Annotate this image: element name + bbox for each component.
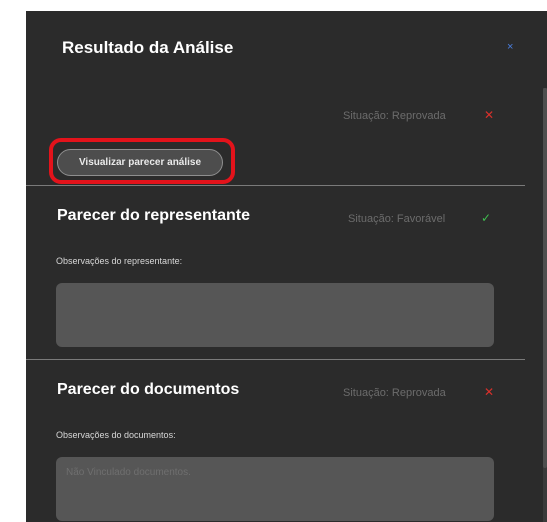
x-mark-icon: ✕	[484, 385, 495, 399]
analysis-status-text: Situação: Reprovada	[343, 110, 446, 122]
documentos-section-title: Parecer do documentos	[57, 381, 240, 398]
analysis-result-dialog: Resultado da Análise × Situação: Reprova…	[26, 11, 547, 522]
representante-obs-label: Observações do representante:	[56, 256, 183, 266]
highlight-annotation	[49, 138, 235, 184]
dialog-title: Resultado da Análise	[62, 38, 234, 57]
close-icon[interactable]: ×	[507, 41, 513, 53]
representante-obs-field[interactable]	[56, 283, 494, 347]
x-mark-icon: ✕	[484, 108, 495, 122]
scrollbar[interactable]	[543, 88, 547, 522]
section-divider	[26, 185, 525, 186]
representante-status-text: Situação: Favorável	[348, 213, 446, 225]
scrollbar-thumb[interactable]	[543, 88, 547, 468]
documentos-obs-label: Observações do documentos:	[56, 430, 176, 440]
documentos-obs-field[interactable]: Não Vinculado documentos.	[56, 457, 494, 521]
section-divider	[26, 359, 525, 360]
representante-section-title: Parecer do representante	[57, 207, 250, 224]
documentos-status-text: Situação: Reprovada	[343, 387, 446, 399]
checkmark-icon: ✓	[481, 211, 492, 225]
